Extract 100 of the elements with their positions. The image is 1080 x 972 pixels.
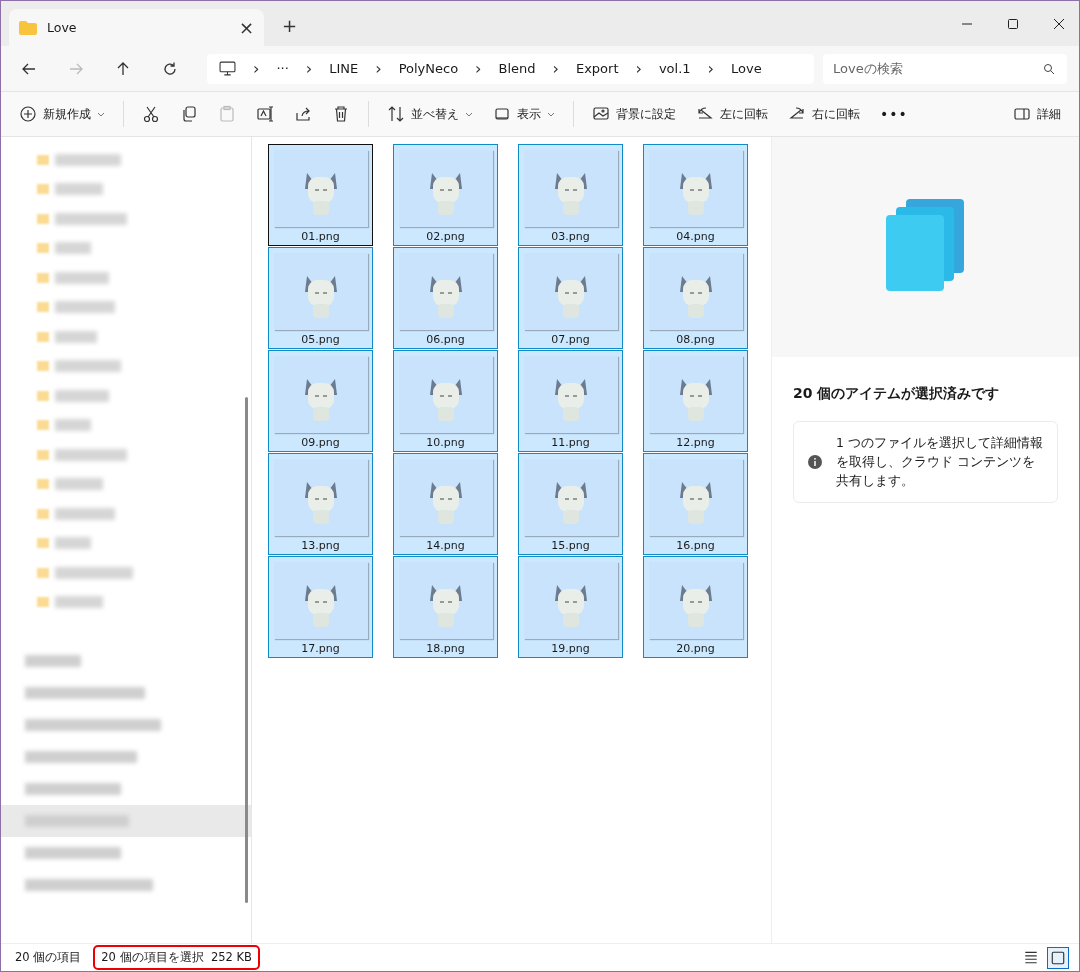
breadcrumb[interactable]: Blend xyxy=(498,61,536,76)
blurred-label xyxy=(55,271,109,284)
blurred-label xyxy=(55,478,103,491)
chevron: › xyxy=(253,59,260,78)
info-icon xyxy=(808,455,822,470)
chevron[interactable]: › xyxy=(707,59,714,78)
breadcrumb[interactable]: LINE xyxy=(329,61,359,76)
file-tile[interactable]: 03.png xyxy=(518,144,623,246)
blurred-folder-icon xyxy=(37,479,49,490)
trash-icon xyxy=(332,105,350,123)
picture-icon xyxy=(592,105,610,123)
view-icon xyxy=(493,105,511,123)
rotate-left-button[interactable]: 左に回転 xyxy=(688,99,776,129)
sort-button[interactable]: 並べ替え xyxy=(379,99,481,129)
blurred-folder-icon xyxy=(37,331,49,342)
chevron[interactable]: › xyxy=(475,59,482,78)
blurred-label xyxy=(55,448,127,461)
breadcrumb[interactable]: Export xyxy=(575,61,619,76)
tab[interactable]: Love × xyxy=(9,9,264,46)
chevron[interactable]: › xyxy=(552,59,559,78)
new-tab-button[interactable]: + xyxy=(282,15,298,36)
blurred-folder-icon xyxy=(37,184,49,195)
file-tile[interactable]: 16.png xyxy=(643,453,748,555)
rename-icon xyxy=(256,105,274,123)
file-tile[interactable]: 12.png xyxy=(643,350,748,452)
file-tile[interactable]: 09.png xyxy=(268,350,373,452)
blurred-label xyxy=(55,301,115,314)
breadcrumb[interactable]: Love xyxy=(731,61,762,76)
new-button[interactable]: 新規作成 xyxy=(11,99,113,129)
file-tile[interactable]: 07.png xyxy=(518,247,623,349)
file-tile[interactable]: 15.png xyxy=(518,453,623,555)
file-tile[interactable]: 10.png xyxy=(393,350,498,452)
search-icon xyxy=(1043,62,1055,75)
refresh-icon[interactable] xyxy=(162,60,178,77)
chevron[interactable]: › xyxy=(375,59,382,78)
blurred-folder-icon xyxy=(37,272,49,283)
file-tile[interactable]: 02.png xyxy=(393,144,498,246)
blurred-label xyxy=(55,330,97,343)
chevron[interactable]: › xyxy=(635,59,642,78)
blurred-folder-icon xyxy=(37,213,49,224)
file-tile[interactable]: 04.png xyxy=(643,144,748,246)
blurred-folder-icon xyxy=(37,508,49,519)
address-bar[interactable]: › ··· › LINE › PolyNeco › Blend › Export › vol.1 › Love xyxy=(207,53,814,84)
blurred-label xyxy=(55,153,121,166)
blurred-label xyxy=(55,596,103,609)
file-tile[interactable]: 17.png xyxy=(268,556,373,658)
share-icon xyxy=(294,105,312,123)
info-text: 1 つのファイルを選択して詳細情報を取得し、クラウド コンテンツを共有します。 xyxy=(836,434,1043,490)
blurred-folder-icon xyxy=(37,567,49,578)
blurred-label xyxy=(55,242,91,255)
up-arrow-icon[interactable] xyxy=(115,60,131,77)
blurred-label xyxy=(55,389,109,402)
wallpaper-button[interactable]: 背景に設定 xyxy=(584,99,684,129)
file-tile[interactable]: 05.png xyxy=(268,247,373,349)
large-icons-view-icon[interactable] xyxy=(1047,946,1069,969)
breadcrumb[interactable]: vol.1 xyxy=(658,61,691,76)
item-count: 20 個の項目 xyxy=(15,950,82,965)
search-field[interactable]: Loveの検索 xyxy=(823,53,1067,84)
rotate-right-button[interactable]: 右に回転 xyxy=(780,99,868,129)
blurred-folder-icon xyxy=(37,597,49,608)
file-tile[interactable]: 14.png xyxy=(393,453,498,555)
blurred-folder-icon xyxy=(37,361,49,372)
close-icon[interactable] xyxy=(1053,17,1065,30)
details-button[interactable]: 詳細 xyxy=(1005,99,1069,129)
caret-icon xyxy=(547,111,555,117)
file-tile[interactable]: 06.png xyxy=(393,247,498,349)
blurred-folder-icon xyxy=(37,449,49,460)
file-tile[interactable]: 13.png xyxy=(268,453,373,555)
view-button[interactable]: 表示 xyxy=(485,99,563,129)
plus-circle-icon xyxy=(19,105,37,123)
blurred-label xyxy=(55,212,127,225)
monitor-icon xyxy=(219,60,236,77)
blurred-label xyxy=(55,507,115,520)
copy-icon xyxy=(180,105,198,123)
scissors-icon xyxy=(142,105,160,123)
blurred-folder-icon xyxy=(37,538,49,549)
file-tile[interactable]: 18.png xyxy=(393,556,498,658)
file-tile[interactable]: 11.png xyxy=(518,350,623,452)
caret-icon xyxy=(97,111,105,117)
breadcrumb[interactable]: PolyNeco xyxy=(398,61,459,76)
chevron[interactable]: › xyxy=(305,59,313,78)
blurred-folder-icon xyxy=(37,154,49,165)
close-tab-button[interactable]: × xyxy=(238,17,254,38)
blurred-label xyxy=(55,537,91,550)
overflow-button[interactable]: ··· xyxy=(276,61,289,76)
maximize-icon[interactable] xyxy=(1007,17,1019,30)
sort-icon xyxy=(387,105,405,123)
blurred-folder-icon xyxy=(37,243,49,254)
file-tile[interactable]: 01.png xyxy=(268,144,373,246)
clipboard-icon xyxy=(218,105,236,123)
file-tile[interactable]: 19.png xyxy=(518,556,623,658)
folder-icon xyxy=(19,20,37,35)
scrollbar-thumb[interactable] xyxy=(245,397,248,903)
file-tile[interactable]: 08.png xyxy=(643,247,748,349)
blurred-folder-icon xyxy=(37,420,49,431)
more-button[interactable]: ••• xyxy=(872,100,916,128)
file-tile[interactable]: 20.png xyxy=(643,556,748,658)
blurred-label xyxy=(25,655,81,667)
blurred-label xyxy=(55,183,103,196)
blurred-folder-icon xyxy=(37,390,49,401)
